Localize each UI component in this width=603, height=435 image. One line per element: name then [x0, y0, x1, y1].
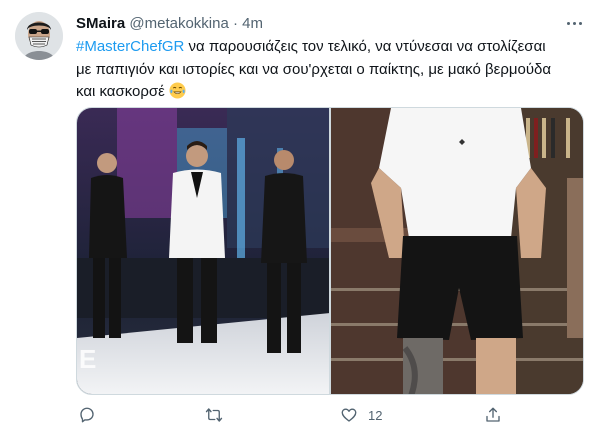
reply-button[interactable]: [78, 404, 96, 426]
reply-icon: [80, 407, 94, 423]
tweet-text-line-1: να παρουσιάζεις τον τελικό, να ντύνεσαι …: [184, 38, 546, 55]
separator-dot: ·: [232, 15, 238, 32]
face-with-tears-of-joy-icon: [169, 82, 186, 99]
tweet-actions: 12: [76, 404, 576, 426]
media-grid[interactable]: E: [76, 107, 584, 395]
display-name[interactable]: SMaira: [76, 15, 125, 32]
tweet-text-line-2: με παπιγιόν και ιστορίες και να σου'ρχετ…: [76, 60, 552, 78]
like-button[interactable]: 12: [340, 404, 382, 426]
like-count: 12: [368, 407, 383, 423]
share-icon: [486, 407, 500, 422]
hashtag-link[interactable]: #MasterChefGR: [76, 38, 184, 55]
tweet-header: SMaira @metakokkina · 4m: [76, 14, 263, 34]
tweet-card[interactable]: SMaira @metakokkina · 4m #MasterChefGR ν…: [0, 0, 603, 435]
watermark: E: [79, 344, 96, 374]
timestamp[interactable]: 4m: [242, 15, 263, 32]
tweet-text: #MasterChefGR να παρουσιάζεις τον τελικό…: [76, 36, 576, 104]
more-horizontal-icon: [566, 21, 570, 25]
retweet-button[interactable]: [204, 404, 224, 426]
avatar-image: [15, 12, 63, 60]
media-image-right[interactable]: [331, 108, 583, 394]
share-button[interactable]: [484, 404, 502, 426]
stage-photo: E: [77, 108, 329, 394]
player-photo: [331, 108, 583, 394]
more-options-button[interactable]: [562, 12, 586, 34]
retweet-icon: [205, 408, 223, 422]
tweet-text-line-3: και κασκορσέ: [76, 83, 165, 100]
avatar[interactable]: [15, 12, 63, 60]
media-image-left[interactable]: E: [77, 108, 329, 394]
like-icon: [341, 408, 357, 422]
user-handle[interactable]: @metakokkina: [129, 15, 228, 32]
